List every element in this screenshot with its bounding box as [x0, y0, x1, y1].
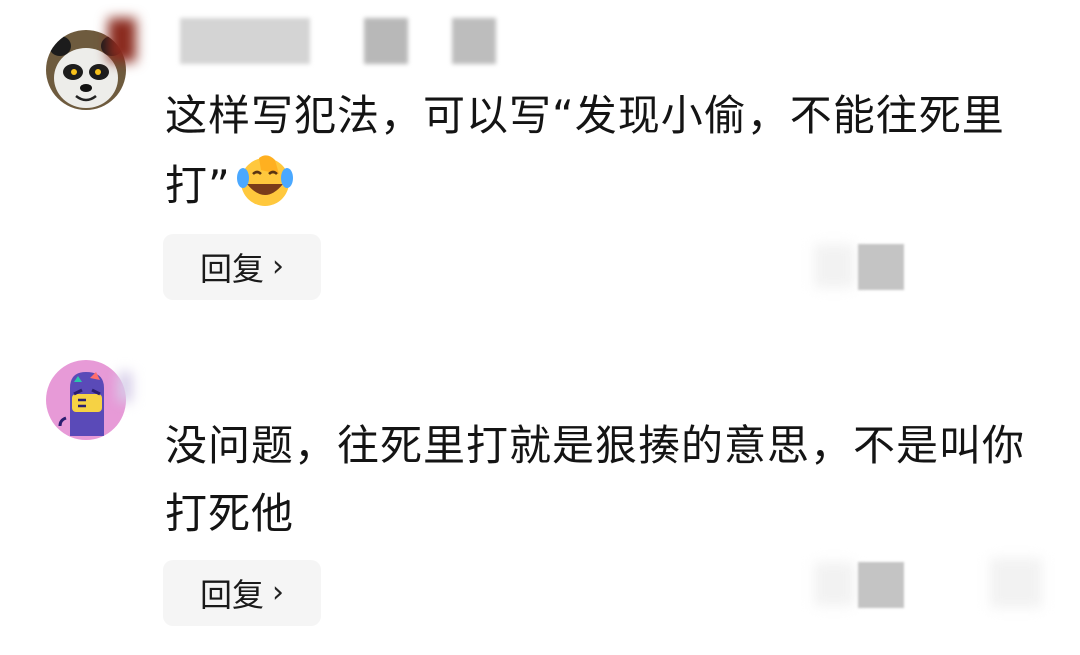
comment-item: 没问题，往死里打就是狠揍的意思，不是叫你打死他 回复 › — [0, 330, 1080, 655]
reply-label: 回复 — [199, 250, 264, 288]
username-redacted — [452, 18, 496, 64]
blur-patch — [990, 558, 1042, 608]
reply-button[interactable]: 回复 › — [163, 560, 321, 626]
blur-patch — [108, 18, 136, 62]
chevron-right-icon: › — [272, 575, 284, 610]
purple-monster-avatar-icon — [46, 360, 126, 440]
like-button-redacted[interactable] — [858, 562, 904, 608]
username-redacted — [180, 18, 310, 64]
laughing-crying-face-icon — [236, 155, 293, 206]
avatar[interactable] — [46, 360, 126, 440]
reply-label: 回复 — [199, 576, 264, 614]
blur-patch — [118, 372, 132, 402]
comment-text: 这样写犯法，可以写“发现小偷，不能往死里打” — [165, 91, 1005, 210]
comment-text: 没问题，往死里打就是狠揍的意思，不是叫你打死他 — [165, 421, 1026, 538]
username-redacted — [364, 18, 408, 64]
chevron-right-icon: › — [272, 249, 284, 284]
blur-patch — [814, 562, 854, 606]
comment-item: 这样写犯法，可以写“发现小偷，不能往死里打” 回复 › — [0, 0, 1080, 330]
blur-patch — [814, 244, 854, 288]
reply-button[interactable]: 回复 › — [163, 234, 321, 300]
like-button-redacted[interactable] — [858, 244, 904, 290]
